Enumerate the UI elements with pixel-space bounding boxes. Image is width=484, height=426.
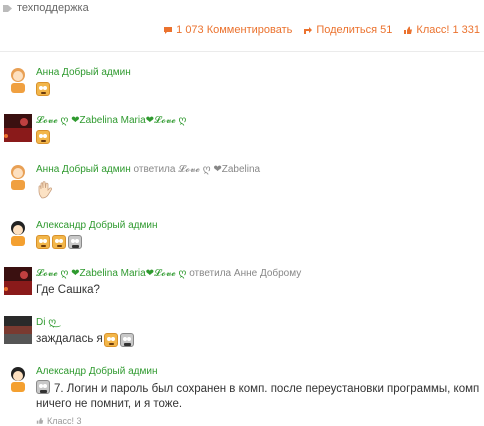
comment-text: Где Сашка?	[36, 284, 100, 296]
comment-text: 7. Логин и пароль был сохранен в комп. п…	[36, 383, 480, 410]
comment-button[interactable]: 1 073 Комментировать	[163, 24, 292, 36]
comment-likes[interactable]: Класс! 3	[36, 416, 480, 426]
share-icon	[304, 26, 313, 34]
emoji-row	[36, 180, 480, 200]
comment-author[interactable]: 𝓛𝓸𝓿𝓮 ღ ❤Zabelina Maria❤𝓛𝓸𝓿𝓮 ღ	[36, 268, 186, 279]
comment-author[interactable]: Анна Добрый админ	[36, 164, 131, 175]
online-status-icon	[4, 134, 8, 138]
like-button[interactable]: Класс! 1 331	[403, 24, 480, 36]
comment-author[interactable]: Анна Добрый админ	[36, 67, 131, 78]
comment-text: заждалась я	[36, 333, 103, 345]
comment-content: 7. Логин и пароль был сохранен в комп. п…	[36, 380, 480, 412]
share-button[interactable]: Поделиться 51	[303, 24, 392, 36]
wave-hand-icon	[38, 181, 52, 199]
avatar[interactable]	[4, 267, 32, 295]
smiley-icon	[68, 235, 82, 249]
smiley-icon	[36, 235, 50, 249]
avatar[interactable]	[4, 365, 32, 393]
comment-button-label: 1 073 Комментировать	[176, 24, 293, 36]
smiley-icon	[52, 235, 66, 249]
avatar[interactable]	[4, 163, 32, 191]
smiley-icon	[119, 332, 134, 347]
avatar[interactable]	[4, 114, 32, 142]
share-button-label: Поделиться 51	[316, 24, 393, 36]
online-status-icon	[4, 287, 8, 291]
tag-row: техподдержка	[0, 0, 89, 16]
thumb-up-icon	[404, 26, 413, 34]
like-button-label: Класс! 1 331	[416, 24, 480, 36]
smiley-icon	[36, 380, 50, 394]
smiley-icon	[36, 130, 50, 144]
tag-icon	[3, 4, 12, 12]
comment-icon	[164, 26, 173, 34]
reply-to[interactable]: ответила Анне Доброму	[189, 268, 301, 279]
comment-content: заждалась я	[36, 332, 480, 347]
avatar[interactable]	[4, 316, 32, 344]
reply-to[interactable]: ответила 𝓛𝓸𝓿𝓮 ღ ❤Zabelina	[134, 164, 261, 175]
comment-author[interactable]: Александр Добрый админ	[36, 366, 157, 377]
avatar[interactable]	[4, 66, 32, 94]
likes-label: Класс! 3	[47, 416, 82, 426]
smiley-icon	[36, 82, 50, 96]
emoji-row	[36, 130, 480, 144]
emoji-row	[36, 82, 480, 96]
comment-author[interactable]: 𝓛𝓸𝓿𝓮 ღ ❤Zabelina Maria❤𝓛𝓸𝓿𝓮 ღ	[36, 115, 186, 126]
smiley-icon	[103, 332, 118, 347]
avatar[interactable]	[4, 219, 32, 247]
emoji-row	[36, 235, 480, 249]
comment-author[interactable]: Di ღ͜	[36, 317, 56, 328]
post-actions: 1 073 Комментировать Поделиться 51 Класс…	[163, 24, 480, 36]
separator	[0, 51, 484, 52]
comment-author[interactable]: Александр Добрый админ	[36, 220, 157, 231]
tag-label[interactable]: техподдержка	[17, 2, 89, 14]
